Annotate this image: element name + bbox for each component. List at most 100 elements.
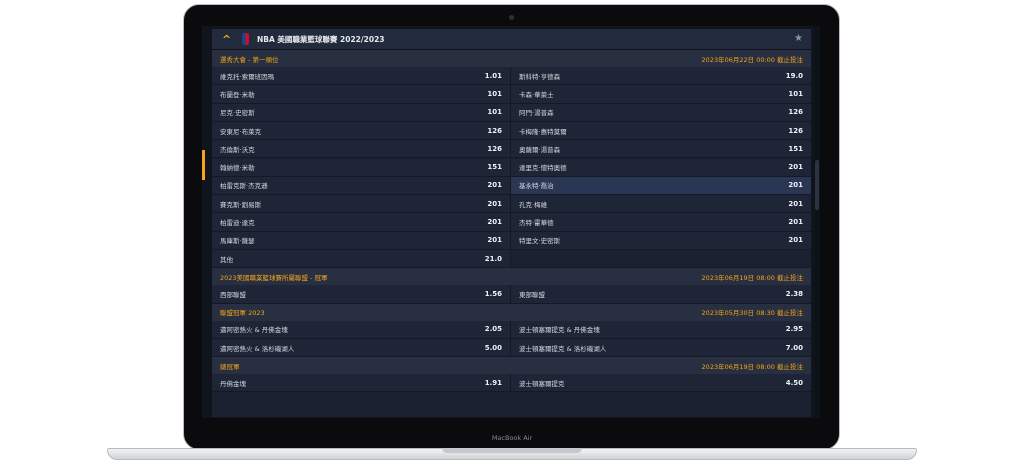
odds-value: 151 [788,144,803,153]
empty-cell [511,250,811,269]
odds-row: 維克托·索爾班因瑪 1.01 斯科特·亨德森 19.0 [212,67,811,86]
selection-name: 達里克·懷特奧德 [519,164,567,173]
selection-name: 邁阿密熱火 & 洛杉磯湖人 [220,344,295,353]
left-accent-bar [202,150,205,180]
selection-name: 邁阿密熱火 & 丹佛金塊 [220,326,288,335]
odds-row: 邁阿密熱火 & 洛杉磯湖人 5.00 波士頓塞爾提克 & 洛杉磯湖人 7.00 [212,338,811,358]
bet-option[interactable]: 奧薩爾·湯普森 151 [511,140,811,159]
odds-value: 1.91 [484,378,502,387]
bet-option[interactable]: 斯科特·亨德森 19.0 [511,67,811,86]
odds-row: 丹佛金塊 1.91 波士頓塞爾提克 4.50 [212,374,811,393]
selection-name: 奧薩爾·湯普森 [519,145,561,154]
bet-option[interactable]: 丹佛金塊 1.91 [212,374,511,393]
betting-panel: ^ NBA 美國職業籃球聯賽 2022/2023 ★ 選秀大會 - 第一順位 20… [212,29,811,417]
odds-value: 21.0 [484,254,502,263]
bet-option[interactable]: 阿門·湯普森 126 [511,103,811,122]
laptop-notch [442,448,582,453]
bet-option[interactable]: 杰特·霍華德 201 [511,213,811,232]
selection-name: 柏雷克斯·杰克遜 [220,182,268,191]
section-title: 總冠軍 [220,362,240,371]
bet-option[interactable]: 波士頓塞爾提克 & 洛杉磯湖人 7.00 [511,338,811,358]
odds-value: 201 [788,236,803,245]
bet-option[interactable]: 波士頓塞爾提克 4.50 [511,374,811,393]
bet-option[interactable]: 西部聯盟 1.56 [212,285,511,304]
bet-option[interactable]: 翰納德·米勒 151 [212,158,511,177]
section-header: 聯盟冠軍 2023 2023年05月30日 08:30 截止投注 [212,303,811,321]
odds-value: 201 [788,163,803,172]
bet-option[interactable]: 卡森·華萊士 101 [511,85,811,104]
bet-option[interactable]: 卡梅隆·惠特莫爾 126 [511,121,811,141]
star-icon[interactable]: ★ [794,33,803,44]
selection-name: 波士頓塞爾提克 [519,379,565,388]
odds-value: 5.00 [484,343,502,352]
bet-option[interactable]: 賽克斯·劉易斯 201 [212,195,511,214]
selection-name: 卡森·華萊士 [519,90,554,99]
bet-option[interactable]: 安東尼·布萊克 126 [212,121,511,141]
odds-value: 101 [487,89,502,98]
odds-value: 201 [487,181,502,190]
odds-row: 其他 21.0 [212,250,811,269]
selection-name: 馬庫斯·薩瑟 [220,237,255,246]
panel-title: NBA 美國職業籃球聯賽 2022/2023 [257,34,385,44]
section-deadline: 2023年06月19日 08:00 截止投注 [701,362,803,371]
selection-name: 柏雷迪·達克 [220,219,255,228]
odds-value: 201 [487,199,502,208]
odds-value: 7.00 [785,343,803,352]
device-brand-label: MacBook Air [491,434,533,442]
bet-option[interactable]: 波士頓塞爾提克 & 丹佛金塊 2.95 [511,320,811,339]
section-title: 選秀大會 - 第一順位 [220,55,279,64]
odds-value: 2.05 [484,325,502,334]
selection-name: 特里文·史密斯 [519,237,561,246]
scrollbar[interactable] [814,26,820,418]
odds-value: 201 [788,181,803,190]
bet-option[interactable]: 柏雷克斯·杰克遜 201 [212,176,511,196]
selection-name: 杰倫斯·沃克 [220,145,255,154]
selection-name: 杰特·霍華德 [519,219,554,228]
bet-option[interactable]: 邁阿密熱火 & 洛杉磯湖人 5.00 [212,338,511,358]
odds-row: 馬庫斯·薩瑟 201 特里文·史密斯 201 [212,231,811,250]
odds-value: 201 [487,236,502,245]
bet-option[interactable]: 基永特·喬治 201 [511,176,811,196]
odds-row: 西部聯盟 1.56 東部聯盟 2.38 [212,285,811,304]
scrollbar-thumb[interactable] [815,160,819,210]
odds-value: 2.38 [785,289,803,298]
nba-logo [242,33,249,45]
odds-value: 126 [487,144,502,153]
odds-value: 101 [788,89,803,98]
bet-option[interactable]: 尼克·史密斯 101 [212,103,511,122]
bet-option[interactable]: 東部聯盟 2.38 [511,285,811,304]
odds-row: 柏雷克斯·杰克遜 201 基永特·喬治 201 [212,176,811,196]
section-deadline: 2023年05月30日 08:30 截止投注 [701,309,803,318]
bet-option[interactable]: 特里文·史密斯 201 [511,231,811,250]
odds-row: 安東尼·布萊克 126 卡梅隆·惠特莫爾 126 [212,121,811,141]
odds-value: 201 [788,218,803,227]
bet-option[interactable]: 馬庫斯·薩瑟 201 [212,231,511,250]
bet-option[interactable]: 柏雷迪·達克 201 [212,213,511,232]
bet-option[interactable]: 達里克·懷特奧德 201 [511,158,811,177]
bet-option[interactable]: 杰倫斯·沃克 126 [212,140,511,159]
odds-row: 杰倫斯·沃克 126 奧薩爾·湯普森 151 [212,140,811,159]
odds-value: 1.56 [484,289,502,298]
bet-option[interactable]: 布蘭登·米勒 101 [212,85,511,104]
selection-name: 布蘭登·米勒 [220,90,255,99]
selection-name: 西部聯盟 [220,290,246,299]
odds-value: 126 [788,126,803,135]
chevron-up-icon[interactable]: ^ [222,33,236,46]
odds-value: 126 [487,126,502,135]
panel-titlebar[interactable]: ^ NBA 美國職業籃球聯賽 2022/2023 ★ [212,29,811,50]
selection-name: 基永特·喬治 [519,182,554,191]
odds-row: 尼克·史密斯 101 阿門·湯普森 126 [212,103,811,122]
odds-row: 柏雷迪·達克 201 杰特·霍華德 201 [212,213,811,232]
selection-name: 東部聯盟 [519,290,545,299]
odds-value: 151 [487,163,502,172]
odds-row: 邁阿密熱火 & 丹佛金塊 2.05 波士頓塞爾提克 & 丹佛金塊 2.95 [212,320,811,339]
odds-value: 201 [487,218,502,227]
bet-option[interactable]: 邁阿密熱火 & 丹佛金塊 2.05 [212,320,511,339]
bet-option[interactable]: 維克托·索爾班因瑪 1.01 [212,67,511,86]
selection-name: 安東尼·布萊克 [220,127,262,136]
bet-option[interactable]: 孔克·梅維 201 [511,195,811,214]
odds-value: 19.0 [785,71,803,80]
bet-option[interactable]: 其他 21.0 [212,250,511,269]
section-deadline: 2023年06月22日 00:00 截止投注 [701,55,803,64]
section-title: 聯盟冠軍 2023 [220,309,265,318]
